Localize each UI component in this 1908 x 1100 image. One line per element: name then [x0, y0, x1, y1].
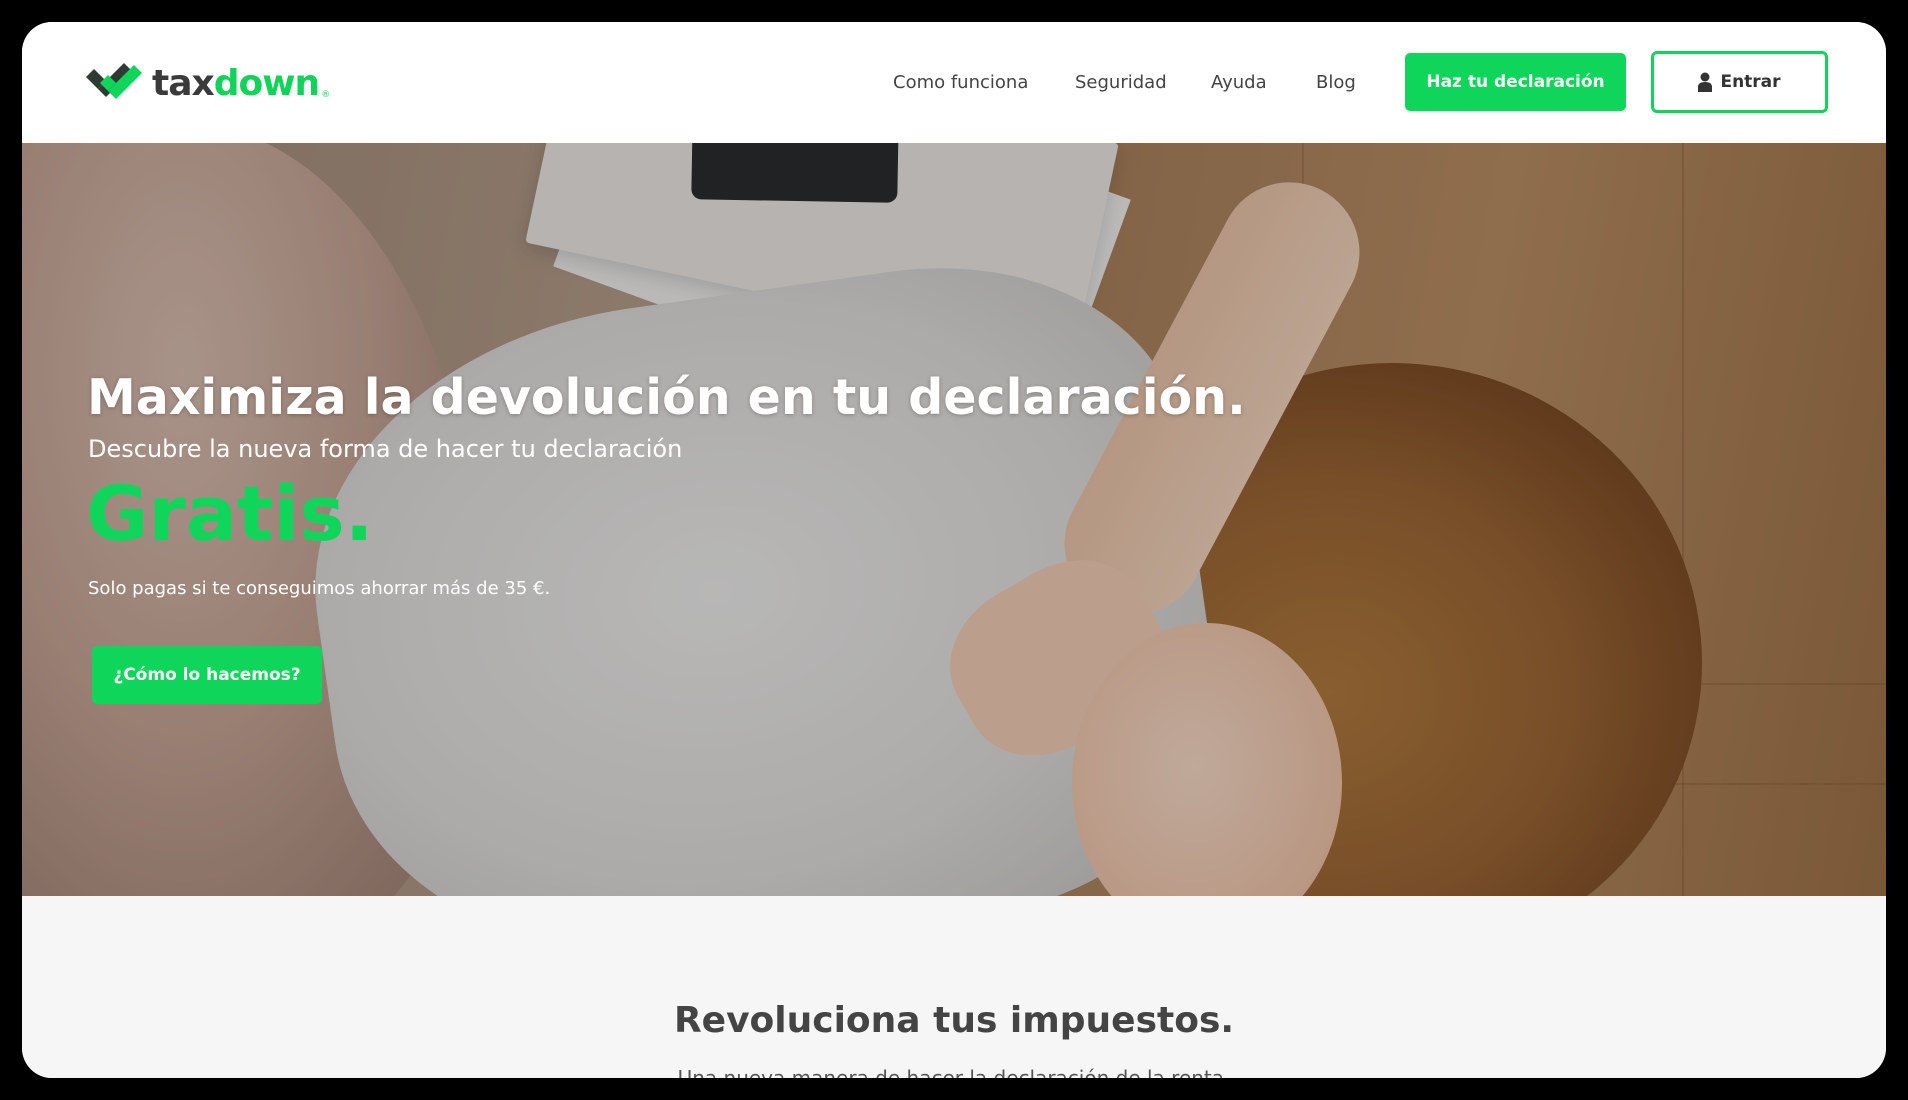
- nav-link-seguridad[interactable]: Seguridad: [1075, 72, 1167, 93]
- registered-mark: ®: [321, 90, 331, 100]
- site-header: taxdown ® Como funciona Seguridad Ayuda …: [22, 22, 1886, 143]
- entrar-label: Entrar: [1720, 72, 1781, 92]
- section-subtitle: Una nueva manera de hacer la declaración…: [677, 1066, 1231, 1078]
- hero-gratis-highlight: Gratis.: [86, 469, 374, 558]
- nav-link-ayuda[interactable]: Ayuda: [1211, 72, 1267, 93]
- hero-section: Maximiza la devolución en tu declaración…: [22, 143, 1886, 896]
- nav-link-blog[interactable]: Blog: [1316, 72, 1356, 93]
- como-lo-hacemos-button[interactable]: ¿Cómo lo hacemos?: [92, 646, 322, 704]
- logo-wordmark-down: down: [213, 62, 320, 104]
- hero-note: Solo pagas si te conseguimos ahorrar más…: [88, 578, 551, 599]
- checkmark-logo-icon: [86, 63, 142, 99]
- haz-tu-declaracion-button[interactable]: Haz tu declaración: [1405, 53, 1626, 111]
- section-title: Revoluciona tus impuestos.: [673, 1000, 1235, 1041]
- revoluciona-section: Revoluciona tus impuestos. Una nueva man…: [22, 896, 1886, 1078]
- hero-subtitle: Descubre la nueva forma de hacer tu decl…: [88, 435, 683, 463]
- logo-wordmark-tax: tax: [152, 62, 215, 104]
- nav-link-como-funciona[interactable]: Como funciona: [893, 72, 1028, 93]
- taxdown-logo[interactable]: taxdown ®: [86, 60, 330, 106]
- hero-title: Maximiza la devolución en tu declaración…: [87, 369, 1246, 426]
- logo-wordmark: taxdown: [152, 62, 320, 104]
- user-icon: [1698, 72, 1713, 92]
- entrar-button[interactable]: Entrar: [1651, 51, 1828, 113]
- browser-frame: taxdown ® Como funciona Seguridad Ayuda …: [22, 22, 1886, 1078]
